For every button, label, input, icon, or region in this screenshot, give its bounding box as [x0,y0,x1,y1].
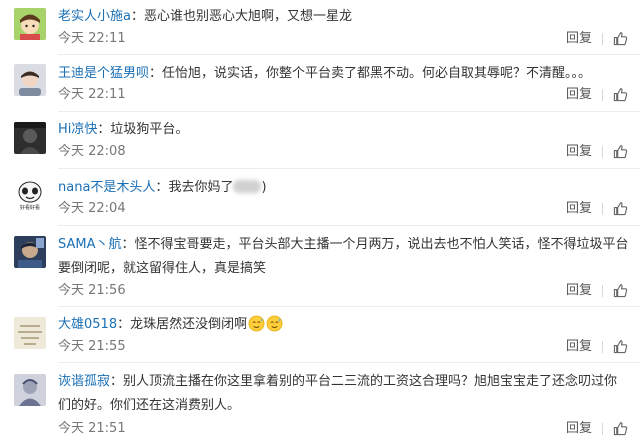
reply-button[interactable]: 回复 [566,141,592,163]
comment-text: 任怡旭，说实话，你整个平台卖了都黑不动。何必自取其辱呢？不清醒。。。 [162,66,592,81]
comment-body: Hi凉快：垃圾狗平台。 [58,118,630,142]
comment-text: 恶心谁也别恶心大旭啊，又想一星龙 [143,9,352,24]
thumbs-up-icon[interactable] [613,31,628,46]
reply-button[interactable]: 回复 [566,418,592,440]
comment-username[interactable]: 大雄0518 [58,317,117,332]
comment-text-tail: ) [261,180,267,195]
comment-body: 大雄0518：龙珠居然还没倒闭啊 [58,313,630,337]
avatar[interactable] [14,8,46,40]
reply-button[interactable]: 回复 [566,28,592,50]
thumbs-up-icon[interactable] [613,201,628,216]
comment-username[interactable]: nana不是木头人 [58,180,155,195]
comment-divider [58,168,640,169]
comment-actions: 回复 [566,280,628,302]
comment-time: 今天 22:11 [58,31,126,46]
comment-actions: 回复 [566,141,628,163]
comment-colon: ： [97,122,111,137]
sweat-smile-emoji-icon [248,315,265,332]
comment-actions: 回复 [566,28,628,50]
comment-time: 今天 22:08 [58,144,126,159]
comment-time: 今天 21:51 [58,421,126,436]
action-divider [602,422,603,435]
avatar[interactable] [14,122,46,154]
comment-time: 今天 21:56 [58,283,126,298]
comment-colon: ： [130,9,144,24]
comment-username[interactable]: 王迪是个猛男呗 [58,66,149,81]
reply-button[interactable]: 回复 [566,84,592,106]
reply-button[interactable]: 回复 [566,280,592,302]
action-divider [602,32,603,45]
reply-button[interactable]: 回复 [566,336,592,358]
avatar[interactable] [14,236,46,268]
thumbs-up-icon[interactable] [613,144,628,159]
comment-colon: ： [110,374,124,389]
action-divider [602,145,603,158]
comment-text: 怪不得宝哥要走，平台头部大主播一个月两万，说出去也不怕人笑话，怪不得垃圾平台要倒… [58,237,629,276]
comment-body: SAMA丶航：怪不得宝哥要走，平台头部大主播一个月两万，说出去也不怕人笑话，怪不… [58,233,630,281]
comment-actions: 回复 [566,336,628,358]
comment-username[interactable]: 老实人小施a [58,9,131,24]
comment-colon: ： [117,317,131,332]
comment-username[interactable]: 诙谐孤寂 [58,374,110,389]
comment-divider [58,225,640,226]
thumbs-up-icon[interactable] [613,421,628,436]
sweat-smile-emoji-icon [266,315,283,332]
action-divider [602,202,603,215]
comment-colon: ： [121,237,135,252]
comment-time: 今天 22:11 [58,87,126,102]
comment-actions: 回复 [566,84,628,106]
thumbs-up-icon[interactable] [613,339,628,354]
comment-divider [58,362,640,363]
comment-text: 垃圾狗平台。 [110,122,189,137]
avatar[interactable] [14,374,46,406]
action-divider [602,340,603,353]
comment-time: 今天 21:55 [58,339,126,354]
comment-actions: 回复 [566,198,628,220]
comment-body: 老实人小施a：恶心谁也别恶心大旭啊，又想一星龙 [58,5,630,29]
comment-body: 王迪是个猛男呗：任怡旭，说实话，你整个平台卖了都黑不动。何必自取其辱呢？不清醒。… [58,62,630,86]
comment-divider [58,54,640,55]
comment-text: 龙珠居然还没倒闭啊 [130,317,248,332]
comment-username[interactable]: SAMA丶航 [58,237,122,252]
comment-actions: 回复 [566,418,628,440]
avatar[interactable] [14,64,46,96]
comment-body: 诙谐孤寂：别人顶流主播在你这里拿着别的平台二三流的工资这合理吗？旭旭宝宝走了还念… [58,370,630,418]
thumbs-up-icon[interactable] [613,87,628,102]
comment-username[interactable]: Hi凉快 [58,122,97,137]
comment-time: 今天 22:04 [58,201,126,216]
action-divider [602,88,603,101]
comment-colon: ： [155,180,169,195]
comment-text: 别人顶流主播在你这里拿着别的平台二三流的工资这合理吗？旭旭宝宝走了还念叨过你们的… [58,374,618,413]
comment-colon: ： [149,66,163,81]
thumbs-up-icon[interactable] [613,283,628,298]
avatar-caption: 好看好看 [20,204,40,211]
reply-button[interactable]: 回复 [566,198,592,220]
comment-text: 我去你妈了 [168,180,234,195]
avatar[interactable] [14,317,46,349]
comment-body: nana不是木头人：我去你妈了) [58,176,630,200]
blurred-text [233,180,262,193]
comment-divider [58,306,640,307]
action-divider [602,284,603,297]
avatar[interactable]: 好看好看 [14,179,46,211]
comment-divider [58,111,640,112]
